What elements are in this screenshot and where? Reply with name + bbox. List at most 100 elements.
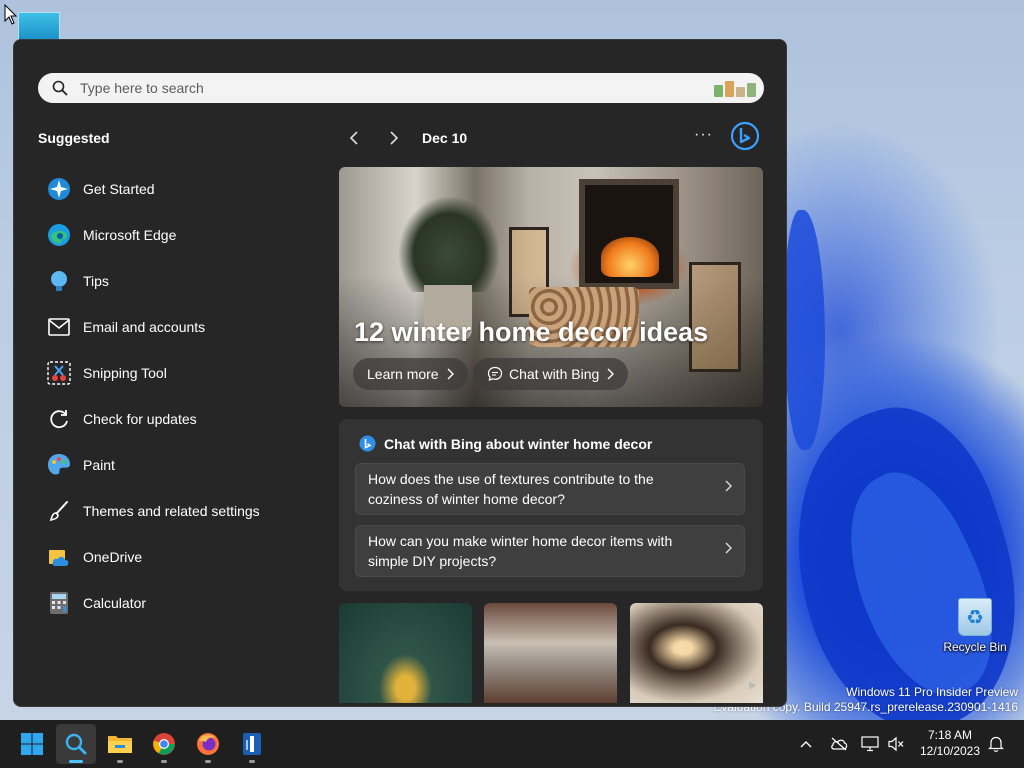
recycle-bin-icon: ♻ — [958, 598, 992, 636]
refresh-icon — [46, 406, 72, 432]
get-started-icon — [46, 176, 72, 202]
suggested-item-label: Email and accounts — [83, 319, 206, 335]
chrome-icon — [153, 733, 175, 755]
taskbar-search-button[interactable] — [56, 724, 96, 764]
volume-muted-icon — [888, 736, 904, 752]
snipping-tool-icon — [46, 360, 72, 386]
suggested-item-label: OneDrive — [83, 549, 143, 565]
volume-button[interactable] — [885, 732, 907, 756]
taskbar: 7:18 AM 12/10/2023 — [0, 720, 1024, 768]
bing-chat-icon[interactable] — [729, 120, 761, 152]
paint-palette-icon — [46, 452, 72, 478]
suggested-item-themes-and-related-settings[interactable]: Themes and related settings — [46, 488, 306, 534]
clock-date: 12/10/2023 — [919, 744, 981, 758]
bing-chat-card: Chat with Bing about winter home decor H… — [339, 419, 763, 591]
chat-with-bing-button[interactable]: Chat with Bing — [473, 358, 629, 390]
bing-chat-heading-label: Chat with Bing about winter home decor — [384, 435, 653, 452]
decor-thumbnail[interactable] — [484, 603, 617, 703]
previous-button[interactable] — [344, 126, 364, 150]
suggested-item-get-started[interactable]: Get Started — [46, 166, 306, 212]
running-indicator — [69, 760, 83, 763]
bing-question-button[interactable]: How does the use of textures contribute … — [355, 463, 745, 515]
suggested-heading: Suggested — [38, 130, 110, 146]
suggested-item-label: Check for updates — [83, 411, 197, 427]
more-options-button[interactable]: ··· — [694, 126, 713, 144]
suggested-item-label: Paint — [83, 457, 115, 473]
desktop-shortcut-icon[interactable] — [18, 12, 60, 42]
search-icon — [52, 80, 68, 96]
running-indicator — [205, 760, 211, 763]
calculator-icon — [46, 590, 72, 616]
firefox-button[interactable] — [188, 724, 228, 764]
chat-bubble-icon — [487, 366, 503, 381]
start-button[interactable] — [12, 724, 52, 764]
bing-question-label: How does the use of textures contribute … — [368, 471, 654, 507]
suggested-item-label: Tips — [83, 273, 109, 289]
recycle-bin[interactable]: ♻ Recycle Bin — [940, 598, 1010, 654]
suggested-item-check-for-updates[interactable]: Check for updates — [46, 396, 306, 442]
chat-with-bing-label: Chat with Bing — [509, 366, 600, 382]
wallpaper-bloom — [785, 210, 825, 450]
suggested-item-label: Themes and related settings — [83, 503, 260, 519]
file-explorer-icon — [108, 736, 132, 753]
clock[interactable]: 7:18 AM 12/10/2023 — [912, 727, 988, 759]
search-panel: Suggested Get Started Microsoft Edge Tip… — [13, 39, 787, 707]
file-explorer-button[interactable] — [100, 724, 140, 764]
learn-more-label: Learn more — [367, 366, 439, 382]
app-icon — [243, 733, 261, 755]
suggested-item-email-and-accounts[interactable]: Email and accounts — [46, 304, 306, 350]
suggested-item-label: Microsoft Edge — [83, 227, 177, 243]
running-indicator — [249, 760, 255, 763]
pinned-app-button[interactable] — [232, 724, 272, 764]
hero-image-tree — [399, 197, 499, 292]
suggested-item-microsoft-edge[interactable]: Microsoft Edge — [46, 212, 306, 258]
highlights-nav: Dec 10 ··· — [344, 121, 764, 151]
network-button[interactable] — [859, 732, 881, 756]
chevron-right-icon — [725, 480, 732, 492]
suggested-item-calculator[interactable]: Calculator — [46, 580, 306, 626]
bing-question-label: How can you make winter home decor items… — [368, 533, 673, 569]
chevron-right-icon — [390, 131, 399, 145]
hero-image-flame — [601, 237, 659, 277]
notifications-button[interactable] — [986, 732, 1006, 756]
decor-thumbnail[interactable] — [339, 603, 472, 703]
chevron-right-icon — [607, 368, 615, 380]
search-box[interactable] — [38, 73, 764, 103]
highlight-date: Dec 10 — [422, 130, 468, 146]
next-button[interactable] — [384, 126, 404, 150]
network-monitor-icon — [861, 736, 879, 752]
start-icon — [21, 733, 43, 755]
onedrive-icon — [46, 544, 72, 570]
suggested-item-tips[interactable]: Tips — [46, 258, 306, 304]
suggested-item-snipping-tool[interactable]: Snipping Tool — [46, 350, 306, 396]
suggested-item-onedrive[interactable]: OneDrive — [46, 534, 306, 580]
tips-bulb-icon — [46, 268, 72, 294]
firefox-icon — [197, 733, 219, 755]
bing-question-button[interactable]: How can you make winter home decor items… — [355, 525, 745, 577]
chevron-right-icon — [447, 368, 454, 380]
hero-card[interactable]: 12 winter home decor ideas Learn more Ch… — [339, 167, 763, 407]
chrome-button[interactable] — [144, 724, 184, 764]
show-hidden-icons-button[interactable] — [796, 732, 816, 756]
cloud-status-button[interactable] — [828, 732, 850, 756]
clock-time: 7:18 AM — [927, 728, 973, 742]
learn-more-button[interactable]: Learn more — [353, 358, 468, 390]
search-highlight-icon[interactable] — [714, 79, 756, 97]
chevron-right-icon — [725, 542, 732, 554]
suggested-list: Get Started Microsoft Edge Tips Email an… — [46, 166, 306, 626]
suggested-item-label: Snipping Tool — [83, 365, 167, 381]
scroll-right-icon[interactable]: ▶ — [749, 680, 757, 691]
chevron-left-icon — [349, 131, 358, 145]
bell-icon — [988, 736, 1004, 752]
running-indicator — [117, 760, 123, 763]
suggested-item-paint[interactable]: Paint — [46, 442, 306, 488]
edge-icon — [46, 222, 72, 248]
recycle-bin-label: Recycle Bin — [943, 640, 1007, 654]
search-input[interactable] — [80, 80, 680, 96]
mail-icon — [46, 314, 72, 340]
brush-icon — [46, 498, 72, 524]
decor-thumbnail[interactable] — [630, 603, 763, 703]
running-indicator — [161, 760, 167, 763]
cloud-off-icon — [831, 737, 848, 751]
bing-icon — [359, 435, 376, 452]
